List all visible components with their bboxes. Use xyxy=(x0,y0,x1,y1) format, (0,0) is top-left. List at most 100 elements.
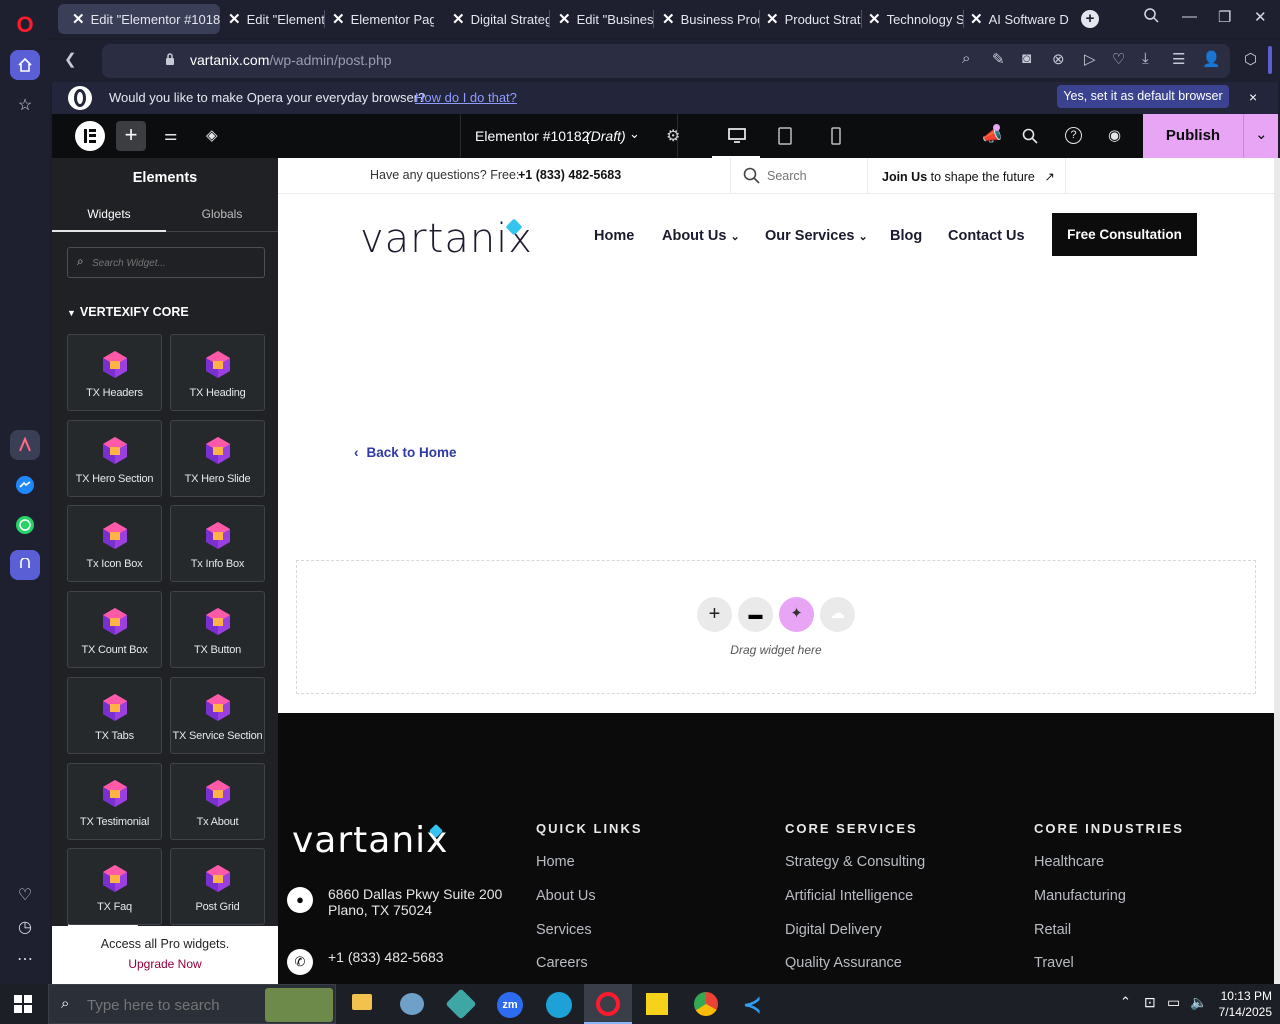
app-icon[interactable] xyxy=(445,988,477,1020)
upgrade-now-link[interactable]: Upgrade Now xyxy=(52,957,278,971)
tab-elementor-page[interactable]: ✕ Elementor Page xyxy=(326,4,434,34)
footer-link-retail[interactable]: Retail xyxy=(1034,922,1071,938)
tab-ai-software[interactable]: ✕ AI Software D xyxy=(964,4,1072,34)
structure-icon[interactable]: ◈ xyxy=(206,126,218,144)
favorite-icon[interactable]: ♡ xyxy=(1112,50,1125,68)
topbar-phone[interactable]: +1 (833) 482-5683 xyxy=(518,168,621,182)
widget-card[interactable]: Tx About xyxy=(170,762,265,840)
widget-card[interactable]: TX Button xyxy=(170,591,265,669)
widget-card[interactable]: Tx Info Box xyxy=(170,505,265,583)
search-icon[interactable] xyxy=(1022,128,1038,149)
nav-home[interactable]: Home xyxy=(594,228,634,244)
footer-link-healthcare[interactable]: Healthcare xyxy=(1034,854,1104,870)
opera-taskbar-button[interactable] xyxy=(584,984,632,1024)
zoom-icon[interactable]: zm xyxy=(497,992,523,1018)
tab-edit-elementor-10182[interactable]: ✕ Edit "Elementor #10182" xyxy=(58,4,220,34)
site-logo[interactable]: vartanix xyxy=(360,216,533,262)
mobile-view-button[interactable] xyxy=(831,127,841,150)
tablet-view-button[interactable] xyxy=(778,127,792,150)
taskbar-search-input[interactable] xyxy=(87,995,267,1015)
back-to-home-link[interactable]: ‹ Back to Home xyxy=(354,445,457,460)
footer-link-home[interactable]: Home xyxy=(536,854,575,870)
site-search-input[interactable] xyxy=(767,167,857,185)
footer-link-careers[interactable]: Careers xyxy=(536,955,588,971)
tab-edit-elementor[interactable]: ✕ Edit "Elementor xyxy=(222,4,325,34)
vscode-icon[interactable]: ≺ xyxy=(743,992,761,1018)
folder-icon[interactable]: ▬ xyxy=(738,597,773,632)
tab-digital-strategy[interactable]: ✕ Digital Strategy xyxy=(440,4,550,34)
elementor-logo-icon[interactable] xyxy=(75,121,105,151)
close-window-button[interactable]: ✕ xyxy=(1254,8,1267,26)
ai-sparkle-icon[interactable]: ✦ xyxy=(779,597,814,632)
widget-card[interactable]: TX Heading xyxy=(170,334,265,411)
music-icon[interactable] xyxy=(10,550,40,580)
widget-card[interactable]: TX Testimonial xyxy=(67,762,162,840)
document-title-selector[interactable]: Elementor #10182 (Draft) ⌄ ⚙ xyxy=(460,114,680,158)
file-explorer-icon[interactable] xyxy=(352,994,372,1010)
cloud-templates-icon[interactable]: ☁ xyxy=(820,597,855,632)
free-consultation-button[interactable]: Free Consultation xyxy=(1052,213,1197,256)
heart-icon[interactable]: ♡ xyxy=(10,880,40,910)
footer-link-services[interactable]: Services xyxy=(536,922,592,938)
page-settings-icon[interactable]: ⚙ xyxy=(666,126,680,146)
publish-button[interactable]: Publish xyxy=(1143,114,1243,158)
display-icon[interactable]: ▭ xyxy=(1167,994,1180,1011)
nav-blog[interactable]: Blog xyxy=(890,228,922,244)
footer-link-manufacturing[interactable]: Manufacturing xyxy=(1034,888,1126,904)
minimize-button[interactable]: — xyxy=(1182,8,1197,25)
easy-setup-icon[interactable]: ☰ xyxy=(1172,50,1185,68)
chevron-up-icon[interactable]: ⌃ xyxy=(1120,994,1131,1010)
add-section-button[interactable]: + xyxy=(697,597,732,632)
clock[interactable]: 10:13 PM 7/14/2025 xyxy=(1210,988,1272,1020)
widget-card[interactable]: TX Hero Section xyxy=(67,419,162,497)
nav-contact-us[interactable]: Contact Us xyxy=(948,228,1025,244)
footer-phone[interactable]: +1 (833) 482-5683 xyxy=(328,949,444,965)
footer-link-ai[interactable]: Artificial Intelligence xyxy=(785,888,913,904)
banner-close-icon[interactable]: × xyxy=(1249,89,1257,105)
camera-icon[interactable]: ◙ xyxy=(1022,50,1031,67)
back-icon[interactable]: ❮ xyxy=(64,50,77,68)
category-header[interactable]: ▼ VERTEXIFY CORE xyxy=(67,305,189,319)
edit-icon[interactable]: ✎ xyxy=(992,50,1005,68)
set-default-button[interactable]: Yes, set it as default browser xyxy=(1057,85,1229,108)
widget-search-input[interactable] xyxy=(92,254,257,272)
tab-technology[interactable]: ✕ Technology St xyxy=(862,4,964,34)
join-us-link[interactable]: Join Us to shape the future ↗ xyxy=(882,169,1055,184)
profile-icon[interactable]: 👤 xyxy=(1202,50,1221,68)
home-icon[interactable] xyxy=(10,50,40,80)
opera-logo-icon[interactable]: O xyxy=(10,10,40,40)
preview-eye-icon[interactable]: ◉ xyxy=(1108,126,1121,144)
search-page-icon[interactable]: ⌕ xyxy=(962,50,970,67)
tab-widgets[interactable]: Widgets xyxy=(52,202,166,232)
star-icon[interactable]: ☆ xyxy=(10,90,40,120)
widget-drop-zone[interactable]: + ▬ ✦ ☁ Drag widget here xyxy=(296,560,1256,694)
help-icon[interactable]: ? xyxy=(1065,127,1082,144)
widget-card[interactable]: TX Service Section xyxy=(170,676,265,754)
tab-business-process[interactable]: ✕ Business Process xyxy=(656,4,760,34)
sticky-notes-icon[interactable] xyxy=(646,993,668,1015)
edge-icon[interactable] xyxy=(546,992,572,1018)
adblock-icon[interactable]: ⊗ xyxy=(1052,50,1065,68)
url-text[interactable]: vartanix.com/wp-admin/post.php xyxy=(190,52,392,68)
desktop-view-button[interactable] xyxy=(712,114,760,158)
widget-card[interactable]: TX Faq xyxy=(67,848,162,926)
taskbar-search-box[interactable]: ⌕ xyxy=(48,984,336,1024)
widget-card[interactable]: TX Tabs xyxy=(67,676,162,754)
start-button[interactable] xyxy=(14,995,32,1018)
footer-link-travel[interactable]: Travel xyxy=(1034,955,1074,971)
site-settings-icon[interactable]: ⚌ xyxy=(164,126,177,144)
nav-our-services[interactable]: Our Services ⌄ xyxy=(765,228,868,244)
footer-link-quality-assurance[interactable]: Quality Assurance xyxy=(785,955,902,971)
widget-search-field[interactable]: ⌕ xyxy=(67,247,265,278)
publish-options-button[interactable]: ⌄ xyxy=(1243,114,1278,158)
tab-product-strategy[interactable]: ✕ Product Strategy xyxy=(760,4,862,34)
chrome-icon[interactable] xyxy=(694,992,718,1016)
network-icon[interactable]: ⊡ xyxy=(1144,994,1156,1011)
widget-card[interactable]: Post Grid xyxy=(170,848,265,926)
nav-about-us[interactable]: About Us ⌄ xyxy=(662,228,740,244)
restore-button[interactable]: ❐ xyxy=(1218,8,1231,26)
widget-card[interactable]: TX Hero Slide xyxy=(170,419,265,497)
search-tabs-icon[interactable] xyxy=(1144,8,1159,27)
extensions-icon[interactable]: ⬡ xyxy=(1244,50,1257,68)
more-icon[interactable]: ⋯ xyxy=(10,944,40,974)
